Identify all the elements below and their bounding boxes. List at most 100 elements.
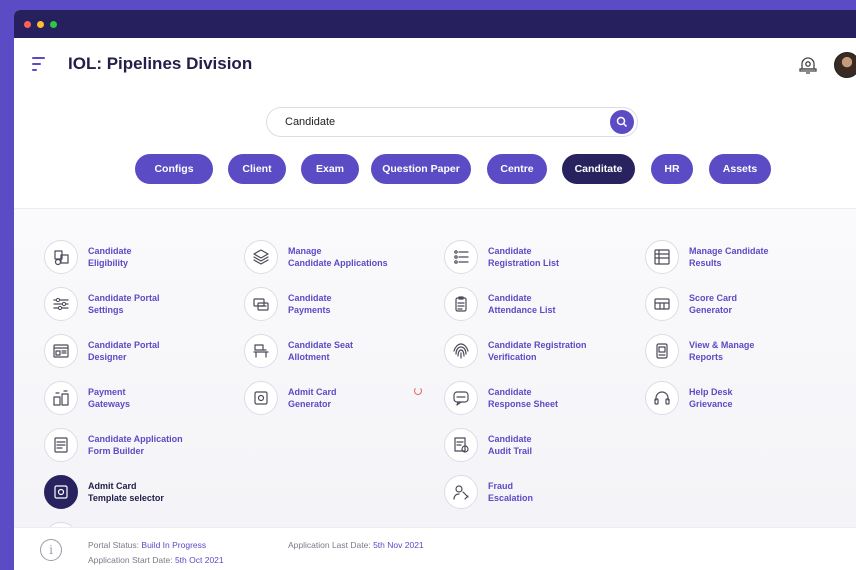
admit-card-icon <box>244 380 278 415</box>
module-item-line1: Candidate Portal <box>88 292 160 303</box>
module-item-line1: Candidate <box>488 292 532 303</box>
start-date-label: Application Start Date: <box>88 555 173 565</box>
module-item[interactable]: Candidate Eligibility <box>44 233 183 280</box>
module-item[interactable]: Manage Candidate Results <box>645 233 769 280</box>
module-item[interactable]: Candidate Seat Allotment <box>244 327 388 374</box>
module-item-line2: Registration List <box>488 257 560 268</box>
module-item[interactable]: Candidate Registration List <box>444 233 587 280</box>
tab-exam[interactable]: Exam <box>301 154 359 184</box>
module-item[interactable]: Candidate Response Sheet <box>444 374 587 421</box>
loading-spinner-icon <box>414 387 422 395</box>
module-item-line1: Candidate <box>488 386 532 397</box>
module-item-line1: Candidate Portal <box>88 339 160 350</box>
module-item[interactable]: Help Desk Grievance <box>645 374 769 421</box>
chat-icon <box>444 380 478 415</box>
search-icon <box>616 116 628 128</box>
module-item-line2: Gateways <box>88 398 131 409</box>
module-item-label: Candidate Audit Trail <box>488 433 532 457</box>
module-item-line2: Attendance List <box>488 304 556 315</box>
module-item-line1: Score Card <box>689 292 738 303</box>
tab-question-paper[interactable]: Question Paper <box>371 154 471 184</box>
module-item-line2: Escalation <box>488 492 534 503</box>
tab-canditate[interactable]: Canditate <box>562 154 635 184</box>
search-input[interactable] <box>266 107 638 137</box>
app-header: IOL: Pipelines Division <box>14 38 856 90</box>
module-column: Manage Candidate Applications Candidate Pay… <box>244 233 388 421</box>
module-item-line1: Candidate <box>288 292 332 303</box>
seat-icon <box>244 333 278 368</box>
module-item[interactable]: Manage Candidate Applications <box>244 233 388 280</box>
reports-icon <box>645 333 679 368</box>
module-item-line2: Verification <box>488 351 537 362</box>
maximize-window-dot[interactable] <box>50 20 57 28</box>
module-item[interactable]: Score Card <box>44 515 183 527</box>
module-item[interactable]: Candidate Attendance List <box>444 280 587 327</box>
module-item-line1: Manage Candidate <box>689 245 769 256</box>
tab-centre[interactable]: Centre <box>487 154 547 184</box>
module-item[interactable]: Candidate Payments <box>244 280 388 327</box>
designer-icon <box>44 333 78 368</box>
application-last-date: Application Last Date: 5th Nov 2021 <box>288 540 424 550</box>
module-column: Manage Candidate Results Score Card Generat… <box>645 233 769 421</box>
module-item-line1: Admit Card <box>288 386 337 397</box>
application-start-date: Application Start Date: 5th Oct 2021 <box>88 555 224 565</box>
module-item[interactable]: Score Card Generator <box>645 280 769 327</box>
menu-icon[interactable] <box>32 57 48 71</box>
module-item[interactable]: View & Manage Reports <box>645 327 769 374</box>
module-item-label: Admit Card Template selector <box>88 480 164 504</box>
module-item-line1: Candidate <box>488 245 532 256</box>
module-item[interactable]: Admit Card Generator <box>244 374 388 421</box>
module-item-label: Candidate Payments <box>288 292 332 316</box>
module-item-line2: Grievance <box>689 398 733 409</box>
app-window: IOL: Pipelines Division Configs Client Exa… <box>14 10 856 570</box>
module-item-label: Manage Candidate Results <box>689 245 769 269</box>
module-item-line2: Generator <box>689 304 733 315</box>
module-item[interactable]: Candidate Audit Trail <box>444 421 587 468</box>
module-item-label: Admit Card Generator <box>288 386 337 410</box>
module-grid: Candidate Eligibility Candidate Portal Sett… <box>14 209 856 527</box>
module-item-line2: Form Builder <box>88 445 145 456</box>
module-item-line1: Candidate Application <box>88 433 183 444</box>
module-item[interactable]: Candidate Portal Settings <box>44 280 183 327</box>
module-item[interactable]: Fraud Escalation <box>444 468 587 515</box>
close-window-dot[interactable] <box>24 20 31 28</box>
module-item-label: Candidate Response Sheet <box>488 386 558 410</box>
tab-configs[interactable]: Configs <box>135 154 213 184</box>
fingerprint-icon <box>444 333 478 368</box>
search-bar <box>266 107 638 137</box>
tab-assets[interactable]: Assets <box>709 154 771 184</box>
module-item-line2: Response Sheet <box>488 398 559 409</box>
eligibility-icon <box>44 239 78 274</box>
gateway-icon <box>44 380 78 415</box>
notification-bell-icon[interactable] <box>796 53 820 77</box>
module-item-line2: Payments <box>288 304 331 315</box>
clipboard-icon <box>444 286 478 321</box>
minimize-window-dot[interactable] <box>37 20 44 28</box>
module-item-line2: Allotment <box>288 351 330 362</box>
module-item-label: Payment Gateways <box>88 386 130 410</box>
module-item-line1: Admit Card <box>88 480 137 491</box>
module-item-line2: Eligibility <box>88 257 129 268</box>
last-date-label: Application Last Date: <box>288 540 371 550</box>
module-item-label: Fraud Escalation <box>488 480 533 504</box>
module-item[interactable]: Candidate Registration Verification <box>444 327 587 374</box>
module-item-line1: Candidate Registration <box>488 339 587 350</box>
module-item[interactable]: Admit Card Template selector <box>44 468 183 515</box>
results-icon <box>645 239 679 274</box>
module-item-label: Candidate Application Form Builder <box>88 433 183 457</box>
module-item[interactable]: Candidate Portal Designer <box>44 327 183 374</box>
module-item-label: Candidate Registration Verification <box>488 339 587 363</box>
tab-hr[interactable]: HR <box>651 154 693 184</box>
module-item-label: Candidate Seat Allotment <box>288 339 353 363</box>
module-item[interactable]: Payment Gateways <box>44 374 183 421</box>
search-button[interactable] <box>610 110 634 134</box>
list-icon <box>444 239 478 274</box>
module-item-line1: Payment <box>88 386 126 397</box>
start-date-value: 5th Oct 2021 <box>174 555 224 565</box>
module-item-line1: Fraud <box>488 480 514 491</box>
portal-status: Portal Status: Build In Progress <box>88 540 206 550</box>
tab-client[interactable]: Client <box>228 154 286 184</box>
payments-icon <box>244 286 278 321</box>
module-item[interactable]: Candidate Application Form Builder <box>44 421 183 468</box>
avatar[interactable] <box>834 52 856 78</box>
